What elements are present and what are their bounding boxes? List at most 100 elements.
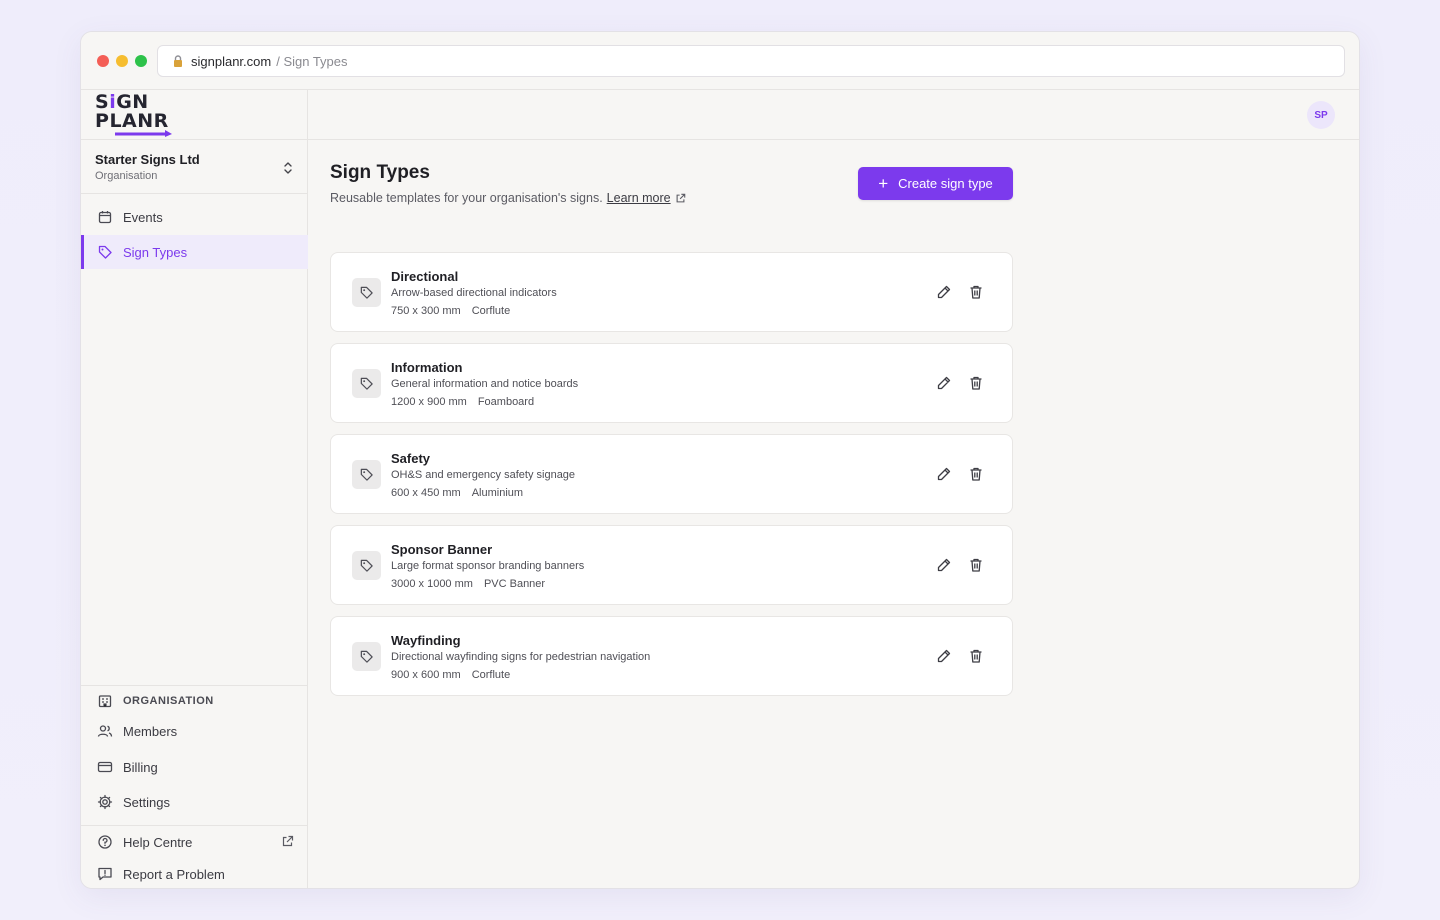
sidebar-item-label: Settings xyxy=(123,794,170,810)
help-circle-icon xyxy=(97,834,113,850)
logo-arrow-icon xyxy=(115,130,172,137)
delete-button[interactable] xyxy=(967,647,985,665)
sign-type-material: Corflute xyxy=(471,305,511,317)
sidebar-item-label: Help Centre xyxy=(123,834,193,850)
maximize-window-button[interactable] xyxy=(135,55,147,67)
sign-type-size: 900 x 600 mm xyxy=(391,669,461,681)
browser-titlebar: signplanr.com / Sign Types xyxy=(81,32,1359,90)
sidebar-item-events[interactable]: Events xyxy=(81,200,308,234)
tag-icon xyxy=(352,460,381,489)
address-bar[interactable]: signplanr.com / Sign Types xyxy=(157,45,1345,77)
sign-type-name: Sponsor Banner xyxy=(391,542,493,557)
trash-icon xyxy=(970,649,982,663)
learn-more-link[interactable]: Learn more xyxy=(607,191,671,205)
tag-icon xyxy=(352,551,381,580)
sign-type-size: 1200 x 900 mm xyxy=(391,396,467,408)
create-sign-type-button[interactable]: + Create sign type xyxy=(858,167,1013,200)
sign-type-size: 600 x 450 mm xyxy=(391,487,461,499)
sidebar-item-sign-types[interactable]: Sign Types xyxy=(81,235,308,269)
organisation-switcher[interactable]: Starter Signs Ltd Organisation xyxy=(95,152,295,186)
sign-type-description: Directional wayfinding signs for pedestr… xyxy=(391,651,651,663)
building-icon xyxy=(97,693,113,709)
gear-icon xyxy=(97,794,113,810)
sign-type-description: General information and notice boards xyxy=(391,378,579,390)
organisation-subtitle: Organisation xyxy=(95,170,158,182)
sign-type-name: Directional xyxy=(391,269,459,284)
sign-type-card[interactable]: Safety OH&S and emergency safety signage… xyxy=(330,434,1013,514)
edit-button[interactable] xyxy=(935,556,953,574)
external-link-icon xyxy=(675,193,686,204)
url-host: signplanr.com xyxy=(191,53,272,69)
pencil-icon xyxy=(937,285,951,299)
sign-type-card[interactable]: Directional Arrow-based directional indi… xyxy=(330,252,1013,332)
sidebar-item-settings[interactable]: Settings xyxy=(81,785,308,819)
delete-button[interactable] xyxy=(967,465,985,483)
sidebar-item-members[interactable]: Members xyxy=(81,714,308,748)
sidebar-item-report-problem[interactable]: Report a Problem xyxy=(81,857,308,888)
user-avatar[interactable]: SP xyxy=(1307,101,1335,129)
sign-type-material: Foamboard xyxy=(477,396,535,408)
sidebar-item-label: Events xyxy=(123,209,163,225)
sign-type-material: Corflute xyxy=(471,669,511,681)
browser-window: signplanr.com / Sign Types SiGN PLANR St… xyxy=(80,31,1360,889)
organisation-section-label: ORGANISATION xyxy=(97,693,214,709)
credit-card-icon xyxy=(97,759,113,775)
delete-button[interactable] xyxy=(967,556,985,574)
lock-icon xyxy=(171,54,185,68)
users-icon xyxy=(97,723,113,739)
sign-type-card[interactable]: Sponsor Banner Large format sponsor bran… xyxy=(330,525,1013,605)
sidebar-item-label: Report a Problem xyxy=(123,866,225,882)
plus-icon: + xyxy=(878,174,889,193)
sidebar: SiGN PLANR Starter Signs Ltd Organisatio… xyxy=(81,90,308,888)
pencil-icon xyxy=(937,376,951,390)
sign-type-size: 750 x 300 mm xyxy=(391,305,461,317)
sign-type-description: Arrow-based directional indicators xyxy=(391,287,557,299)
edit-button[interactable] xyxy=(935,465,953,483)
divider xyxy=(81,193,308,194)
pencil-icon xyxy=(937,558,951,572)
trash-icon xyxy=(970,376,982,390)
tag-icon xyxy=(352,369,381,398)
external-link-icon xyxy=(282,835,294,847)
tag-icon xyxy=(352,278,381,307)
sidebar-item-label: Sign Types xyxy=(123,244,188,260)
sign-type-card[interactable]: Information General information and noti… xyxy=(330,343,1013,423)
sidebar-item-help-centre[interactable]: Help Centre xyxy=(81,825,308,859)
organisation-name: Starter Signs Ltd xyxy=(95,152,200,167)
top-bar: SP xyxy=(308,90,1359,140)
edit-button[interactable] xyxy=(935,283,953,301)
sign-type-description: OH&S and emergency safety signage xyxy=(391,469,576,481)
minimize-window-button[interactable] xyxy=(116,55,128,67)
sign-type-card[interactable]: Wayfinding Directional wayfinding signs … xyxy=(330,616,1013,696)
sign-type-name: Wayfinding xyxy=(391,633,461,648)
url-path: / Sign Types xyxy=(276,53,348,69)
tag-icon xyxy=(97,244,113,260)
trash-icon xyxy=(970,467,982,481)
trash-icon xyxy=(970,558,982,572)
sidebar-item-label: Billing xyxy=(123,759,158,775)
divider xyxy=(81,685,308,686)
sign-type-material: PVC Banner xyxy=(483,578,546,590)
close-window-button[interactable] xyxy=(97,55,109,67)
signplanr-logo[interactable]: SiGN PLANR xyxy=(95,93,175,139)
sidebar-item-billing[interactable]: Billing xyxy=(81,750,308,784)
main-content: Sign Types Reusable templates for your o… xyxy=(330,162,1013,696)
delete-button[interactable] xyxy=(967,283,985,301)
create-sign-type-label: Create sign type xyxy=(898,176,993,191)
divider xyxy=(81,139,308,140)
edit-button[interactable] xyxy=(935,374,953,392)
sidebar-item-label: Members xyxy=(123,723,178,739)
chevron-up-down-icon xyxy=(284,162,292,174)
sign-type-description: Large format sponsor branding banners xyxy=(391,560,585,572)
tag-icon xyxy=(352,642,381,671)
sign-type-name: Safety xyxy=(391,451,431,466)
sign-type-material: Aluminium xyxy=(471,487,524,499)
pencil-icon xyxy=(937,467,951,481)
delete-button[interactable] xyxy=(967,374,985,392)
sign-type-size: 3000 x 1000 mm xyxy=(391,578,473,590)
pencil-icon xyxy=(937,649,951,663)
message-alert-icon xyxy=(97,866,113,882)
edit-button[interactable] xyxy=(935,647,953,665)
calendar-icon xyxy=(97,209,113,225)
sign-type-name: Information xyxy=(391,360,463,375)
